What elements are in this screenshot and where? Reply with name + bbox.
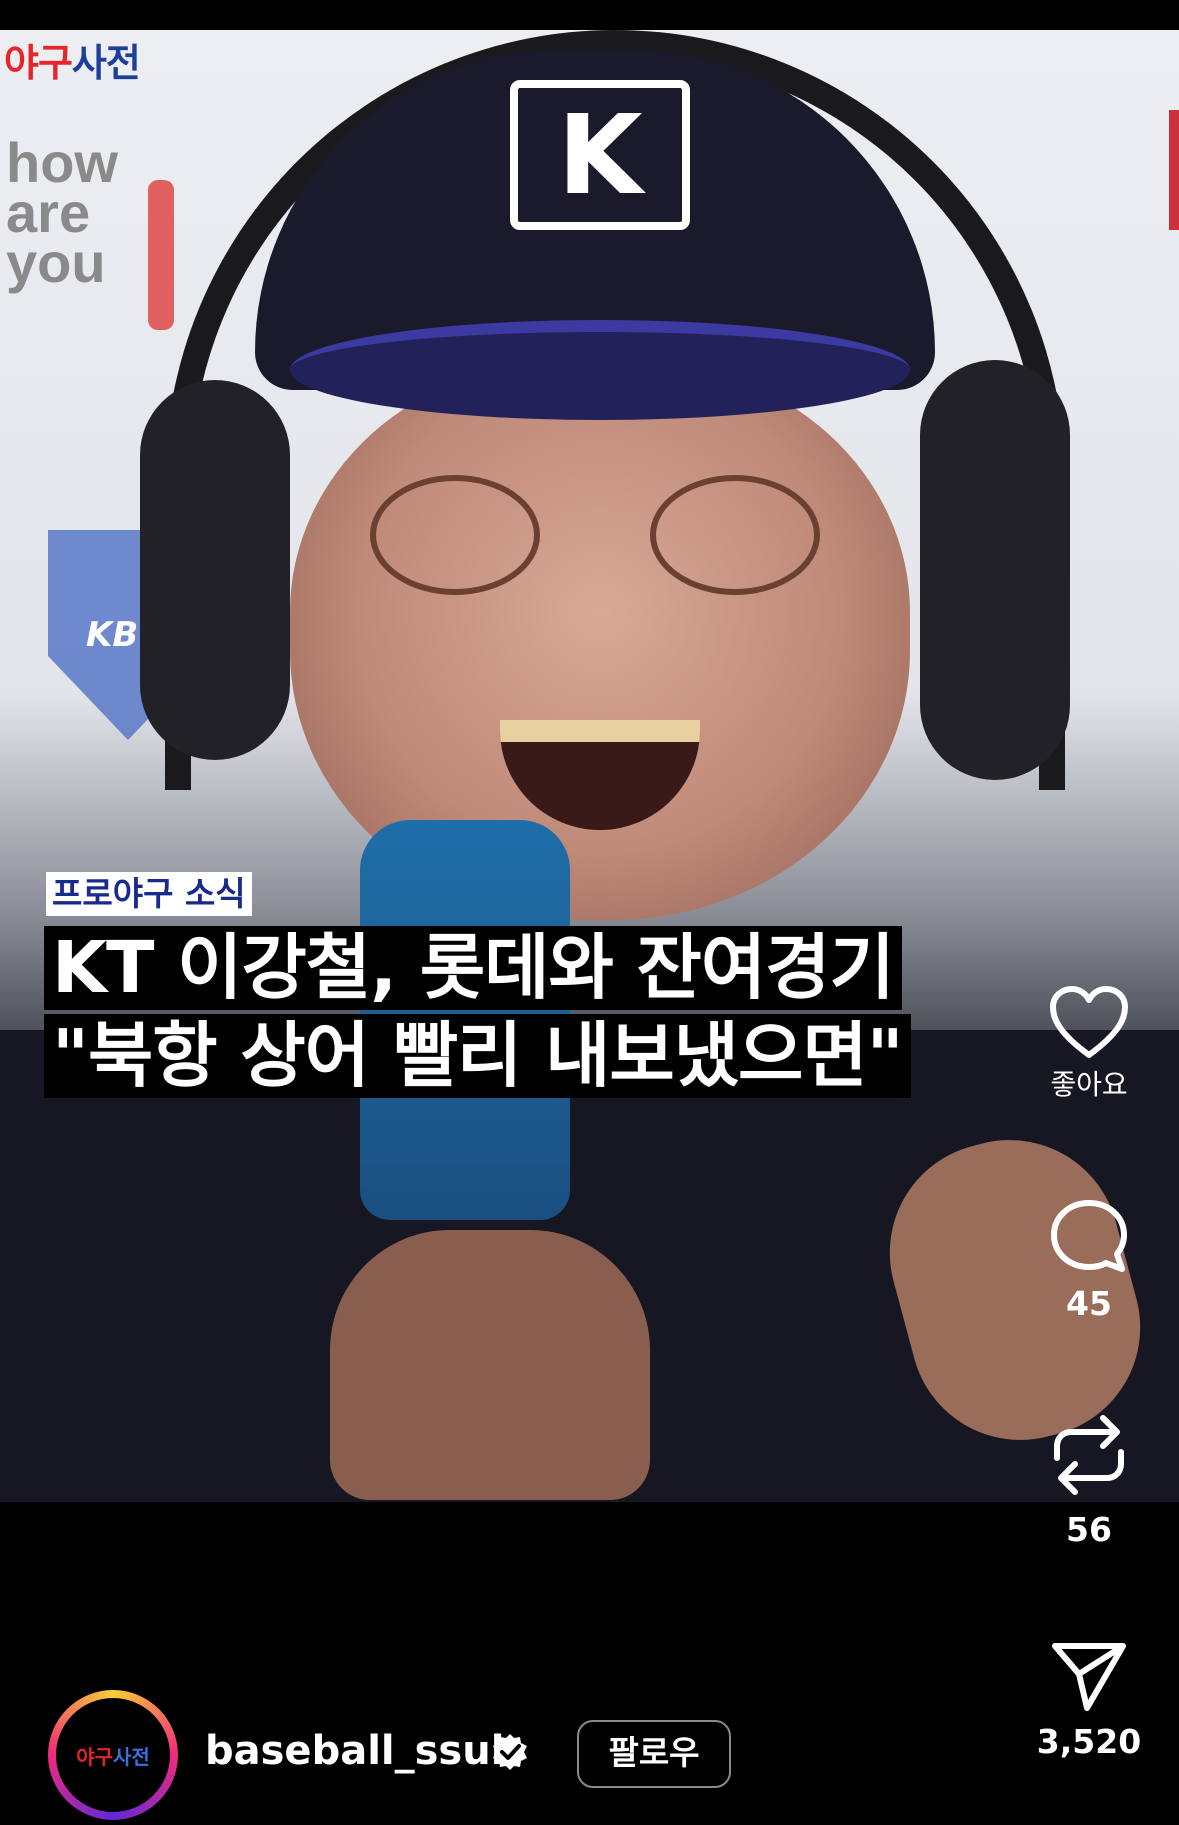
glasses-right-lens [650,475,820,595]
avatar-logo: 야구 사전 [56,1698,170,1812]
brand-logo-blue: 사전 [71,41,141,85]
glasses-left-lens [370,475,540,595]
avatar-logo-blue: 사전 [113,1744,150,1769]
cap-logo: K [510,80,690,230]
headline: KT 이강철, 롯데와 잔여경기 "북항 상어 빨리 내보냈으면" [44,926,1084,1102]
headphone-cup-left [140,380,290,760]
background-sign-text: how are you [6,131,118,294]
author-bar: 야구 사전 baseball_ssul 팔로우 [48,1690,1148,1820]
headline-line-2: "북항 상어 빨리 내보냈으면" [44,1014,911,1098]
comment-icon[interactable] [1029,1198,1149,1274]
category-tag: 프로야구 소식 [46,872,252,916]
brand-logo: 야구사전 [4,32,141,87]
avatar-logo-red: 야구 [76,1744,113,1769]
username[interactable]: baseball_ssul [205,1728,504,1774]
background-badge-text: KB [86,615,139,655]
video-frame[interactable]: how are you KB K [0,30,1179,1502]
headline-line-1: KT 이강철, 롯데와 잔여경기 [44,926,902,1010]
like-action[interactable]: 좋아요 [1029,985,1149,1103]
comment-count: 45 [1066,1284,1112,1323]
repost-count: 56 [1066,1510,1112,1549]
avatar[interactable]: 야구 사전 [48,1690,178,1820]
background-red-strip [1169,110,1179,230]
follow-button[interactable]: 팔로우 [577,1720,731,1788]
like-label: 좋아요 [1050,1068,1128,1101]
hand-holding-mic [330,1230,650,1500]
repost-icon[interactable] [1029,1410,1149,1500]
repost-action[interactable]: 56 [1029,1410,1149,1549]
comment-action[interactable]: 45 [1029,1198,1149,1323]
headphone-cup-right [920,360,1070,780]
verified-badge-icon [490,1732,530,1772]
brand-logo-red: 야구 [4,41,73,85]
background-sign-bar [148,180,174,330]
heart-icon[interactable] [1029,985,1149,1059]
cap-brim [290,320,910,420]
